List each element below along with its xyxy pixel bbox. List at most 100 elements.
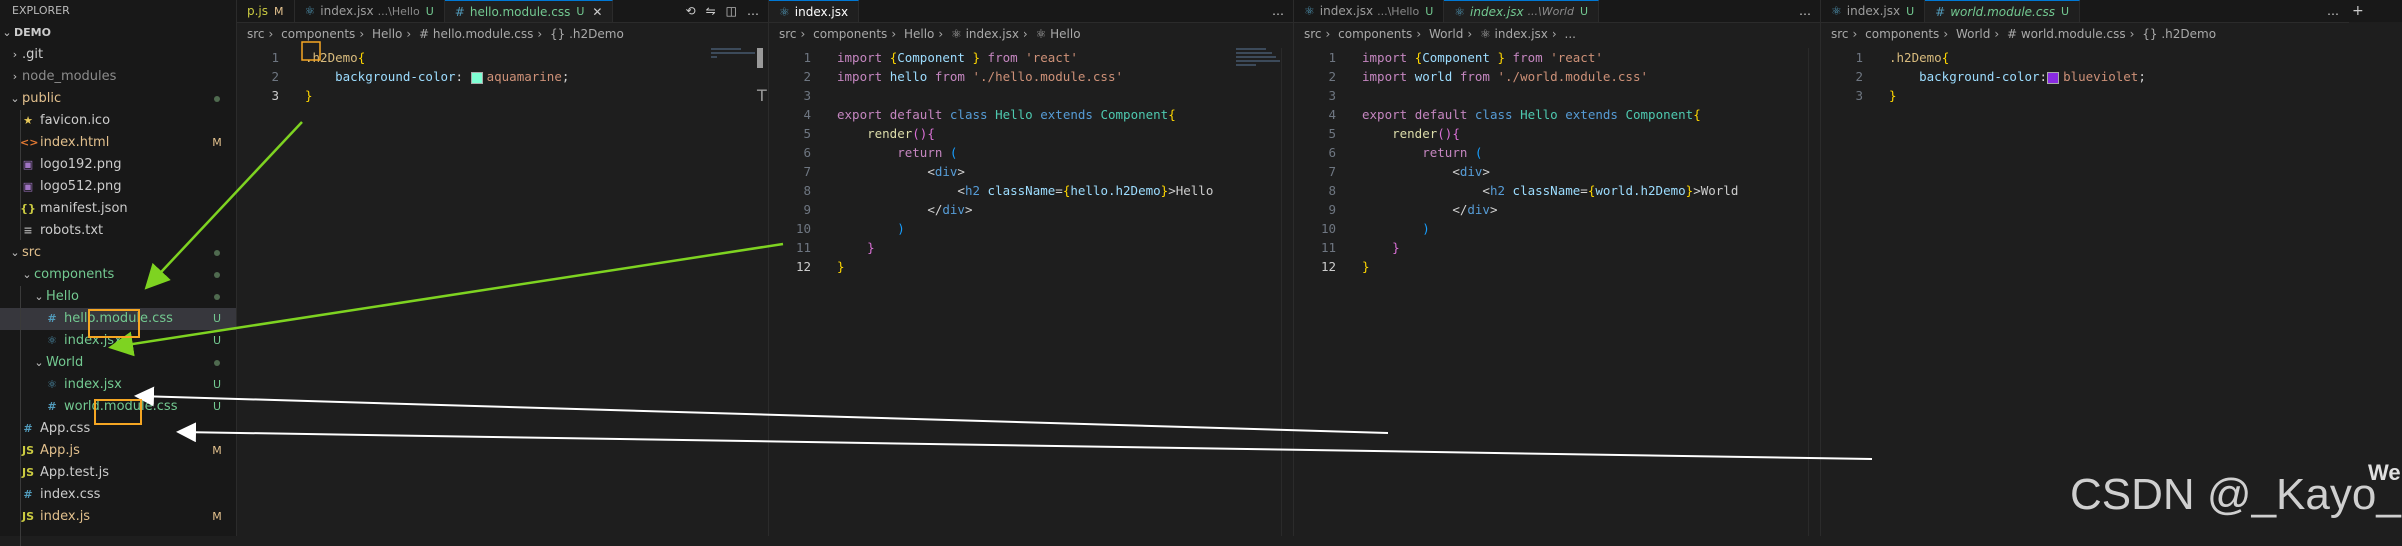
tab-hello-index-jsx[interactable]: ⚛ index.jsx xyxy=(769,0,860,22)
breadcrumb-item[interactable]: # world.module.css xyxy=(2007,27,2126,41)
minimap[interactable] xyxy=(711,48,757,108)
git-status-badge: U xyxy=(212,312,222,325)
breadcrumb-item[interactable]: ⚛ Hello xyxy=(1036,27,1081,41)
explorer-item-label: index.js xyxy=(40,509,91,524)
breadcrumb-item[interactable]: components xyxy=(1338,27,1412,41)
breadcrumb-item[interactable]: Hello xyxy=(904,27,934,41)
tab-app-js[interactable]: p.js M xyxy=(237,0,295,22)
breadcrumb-item[interactable]: components xyxy=(1865,27,1939,41)
breadcrumb-item[interactable]: src xyxy=(247,27,265,41)
breadcrumb-item[interactable]: ⚛ index.jsx xyxy=(1480,27,1548,41)
explorer-folder[interactable]: ⌄ World xyxy=(0,352,236,374)
tab-hello-index-jsx[interactable]: ⚛ index.jsx ...\Hello U xyxy=(295,0,445,22)
scrollbar-thumb[interactable] xyxy=(757,48,763,68)
breadcrumb: src › components › World › ⚛ index.jsx › ... xyxy=(1304,27,1576,41)
chevron-right-icon: › xyxy=(12,48,18,61)
explorer-item-label: world.module.css xyxy=(64,399,178,414)
file-type-icon: # xyxy=(47,312,57,325)
css-selector: .h2Demo xyxy=(305,50,358,65)
import-name: Component xyxy=(897,50,965,65)
explorer-file[interactable]: JS App.test.js xyxy=(0,462,236,484)
new-window-icon[interactable]: + xyxy=(2348,0,2402,22)
import-source: 'react' xyxy=(1025,50,1078,65)
explorer-item-label: App.css xyxy=(40,421,91,436)
color-swatch-icon[interactable] xyxy=(2047,71,2060,84)
tab-status: U xyxy=(1906,4,1915,18)
git-status-dot xyxy=(214,294,220,300)
close-icon[interactable]: ✕ xyxy=(592,5,602,19)
breadcrumb-item[interactable]: ... xyxy=(1565,27,1576,41)
explorer-file[interactable]: # App.css xyxy=(0,418,236,440)
breadcrumb-item[interactable]: {} .h2Demo xyxy=(550,27,624,41)
more-actions-icon[interactable]: … xyxy=(2317,0,2349,22)
tab-world-module-css[interactable]: # world.module.css U xyxy=(1925,0,2081,22)
editor-group-1: p.js M ⚛ index.jsx ...\Hello U # hello.m… xyxy=(236,0,769,536)
explorer-sidebar: EXPLORER ⌄ DEMO › .git › node_modules ⌄ publi… xyxy=(0,0,237,546)
explorer-file[interactable]: JS index.js M xyxy=(0,506,236,528)
more-actions-icon[interactable]: … xyxy=(1262,0,1294,22)
explorer-file[interactable]: JS App.js M xyxy=(0,440,236,462)
explorer-file[interactable]: ⚛ index.jsx U xyxy=(0,330,236,352)
color-swatch-icon[interactable] xyxy=(470,71,483,84)
import-source: './hello.module.css' xyxy=(972,69,1124,84)
import-name: world xyxy=(1414,69,1453,84)
explorer-file[interactable]: # hello.module.css U xyxy=(0,308,236,330)
tab-world-index-jsx[interactable]: ⚛ index.jsx U xyxy=(1821,0,1926,22)
editor-actions: ⟲ ⇋ ◫ … xyxy=(676,0,769,22)
explorer-folder[interactable]: ⌄ public xyxy=(0,88,236,110)
git-status-dot xyxy=(214,96,220,102)
breadcrumb-item[interactable]: components xyxy=(281,27,355,41)
import-source: './world.module.css' xyxy=(1497,69,1649,84)
explorer-item-label: manifest.json xyxy=(40,201,128,216)
chevron-down-icon: ⌄ xyxy=(2,26,12,39)
tab-hello-index-jsx[interactable]: ⚛ index.jsx ...\Hello U xyxy=(1294,0,1445,22)
css-selector: .h2Demo xyxy=(1889,50,1942,65)
explorer-folder[interactable]: › .git xyxy=(0,44,236,66)
explorer-file[interactable]: ≡ robots.txt xyxy=(0,220,236,242)
git-status-badge: U xyxy=(212,334,222,347)
minimap[interactable] xyxy=(1236,48,1282,108)
breadcrumb-item[interactable]: World xyxy=(1429,27,1463,41)
explorer-item-label: index.jsx xyxy=(64,377,122,392)
explorer-item-label: Hello xyxy=(46,289,79,304)
git-status-badge: U xyxy=(212,378,222,391)
explorer-root-folder[interactable]: ⌄ DEMO xyxy=(0,22,236,44)
breadcrumb-item[interactable]: ⚛ index.jsx xyxy=(951,27,1019,41)
breadcrumb-item[interactable]: {} .h2Demo xyxy=(2142,27,2216,41)
css-hash-icon: # xyxy=(454,4,465,19)
explorer-file[interactable]: # world.module.css U xyxy=(0,396,236,418)
explorer-file[interactable]: ★ favicon.ico xyxy=(0,110,236,132)
breadcrumb-item[interactable]: src xyxy=(1831,27,1849,41)
explorer-file[interactable]: ▣ logo192.png xyxy=(0,154,236,176)
breadcrumb-item[interactable]: # hello.module.css xyxy=(419,27,533,41)
tab-status: U xyxy=(425,4,434,18)
tab-bar: ⚛ index.jsx … xyxy=(769,0,1294,23)
explorer-file[interactable]: # index.css xyxy=(0,484,236,506)
git-status-badge: M xyxy=(212,510,222,523)
breadcrumb-item[interactable]: Hello xyxy=(372,27,402,41)
tab-label: index.jsx xyxy=(794,4,849,19)
compare-icon[interactable]: ⇋ xyxy=(706,4,716,18)
explorer-folder[interactable]: ⌄ Hello xyxy=(0,286,236,308)
split-editor-icon[interactable]: ◫ xyxy=(726,4,737,18)
explorer-file[interactable]: ⚛ index.jsx U xyxy=(0,374,236,396)
more-actions-icon[interactable]: … xyxy=(747,4,759,18)
chevron-down-icon: ⌄ xyxy=(34,290,44,303)
explorer-folder[interactable]: ⌄ src xyxy=(0,242,236,264)
breadcrumb-item[interactable]: src xyxy=(1304,27,1322,41)
explorer-folder[interactable]: › node_modules xyxy=(0,66,236,88)
tab-label: world.module.css xyxy=(1950,4,2055,19)
breadcrumb-item[interactable]: src xyxy=(779,27,797,41)
explorer-file[interactable]: ▣ logo512.png xyxy=(0,176,236,198)
history-icon[interactable]: ⟲ xyxy=(686,4,696,18)
explorer-folder[interactable]: ⌄ components xyxy=(0,264,236,286)
tab-world-index-jsx[interactable]: ⚛ index.jsx ...\World U xyxy=(1444,0,1599,22)
more-actions-icon[interactable]: … xyxy=(1789,0,1821,22)
breadcrumb-item[interactable]: components xyxy=(813,27,887,41)
explorer-file[interactable]: {} manifest.json xyxy=(0,198,236,220)
css-property: background-color xyxy=(1919,69,2040,84)
explorer-file[interactable]: <> index.html M xyxy=(0,132,236,154)
tab-hello-module-css[interactable]: # hello.module.css U ✕ xyxy=(444,0,614,22)
editor-group-4: ⚛ index.jsx U # world.module.css U … src… xyxy=(1820,0,2349,536)
breadcrumb-item[interactable]: World xyxy=(1956,27,1990,41)
